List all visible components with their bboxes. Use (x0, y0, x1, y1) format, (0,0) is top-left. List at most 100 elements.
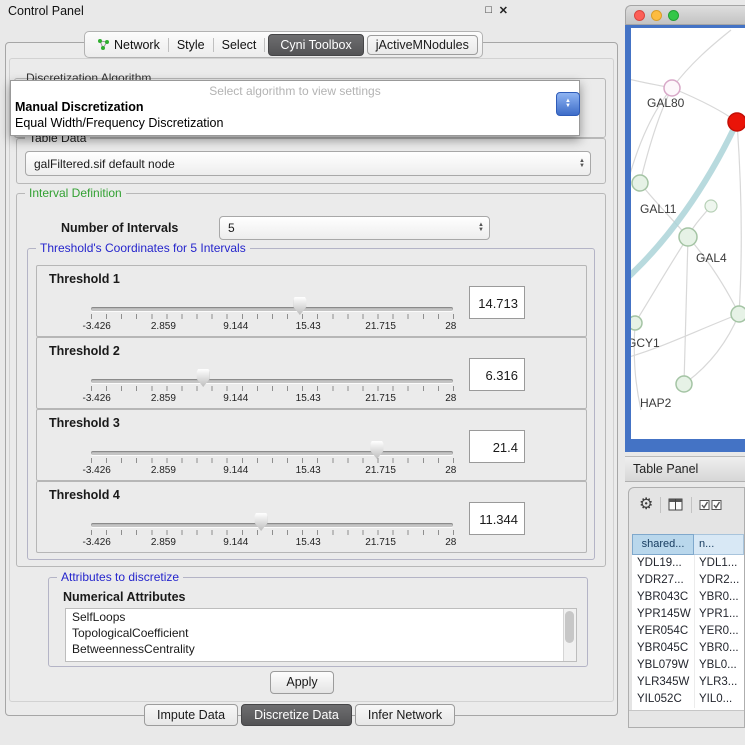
close-icon[interactable]: ✕ (499, 4, 508, 17)
close-traffic-light[interactable] (634, 10, 645, 21)
tab-infer-network[interactable]: Infer Network (355, 704, 455, 726)
node-gal4[interactable] (679, 228, 697, 246)
threshold-1-value-field[interactable]: 14.713 (469, 286, 525, 319)
table-horizontal-scroll-area[interactable] (629, 710, 744, 727)
scale-label: 15.43 (296, 393, 321, 404)
table-row[interactable]: YBR045CYBR0... (632, 640, 744, 657)
slider-scale: -3.426 2.859 9.144 15.43 21.715 28 (91, 321, 453, 333)
node-selected-red[interactable] (728, 113, 745, 131)
screen: Control Panel □ ✕ Network Style Select C… (0, 0, 745, 745)
node-gal80[interactable] (664, 80, 680, 96)
network-graph: GAL80 GAL11 GAL4 GCY1 HAP2 (631, 28, 745, 439)
node-circle[interactable] (731, 306, 745, 322)
table-row[interactable]: YLR345WYLR3... (632, 674, 744, 691)
cell: YLR345W (632, 674, 694, 691)
table-row[interactable]: YBR043CYBR0... (632, 589, 744, 606)
threshold-4-label: Threshold 4 (49, 488, 120, 502)
select-columns-icons[interactable] (699, 499, 723, 511)
columns-icon[interactable] (668, 498, 684, 512)
node-gcy1[interactable] (631, 316, 642, 330)
dropdown-option-manual-discretization[interactable]: Manual Discretization (15, 100, 144, 114)
table-row[interactable]: YDR27...YDR2... (632, 572, 744, 589)
column-header-shared-name[interactable]: shared... (632, 534, 694, 555)
slider-thumb[interactable] (370, 441, 383, 459)
list-item[interactable]: SelfLoops (66, 609, 576, 625)
cell: YPR1... (694, 606, 744, 623)
cell: YIL052C (632, 691, 694, 708)
threshold-3-panel: Threshold 3 -3.426 2.859 9.144 15.43 21.… (36, 409, 587, 481)
list-item[interactable]: BetweennessCentrality (66, 641, 576, 657)
slider-track[interactable] (91, 451, 453, 455)
threshold-2-panel: Threshold 2 -3.426 2.859 9.144 15.43 21.… (36, 337, 587, 409)
table-row[interactable]: YPR145WYPR1... (632, 606, 744, 623)
threshold-4-value-field[interactable]: 11.344 (469, 502, 525, 535)
node-gal11[interactable] (632, 175, 648, 191)
threshold-3-slider[interactable]: -3.426 2.859 9.144 15.43 21.715 28 (91, 440, 453, 480)
list-scrollbar[interactable] (563, 609, 576, 661)
tab-style[interactable]: Style (169, 38, 213, 52)
threshold-2-slider[interactable]: -3.426 2.859 9.144 15.43 21.715 28 (91, 368, 453, 408)
scale-label: 15.43 (296, 465, 321, 476)
float-window-icon[interactable]: □ (485, 4, 492, 16)
slider-thumb[interactable] (197, 369, 210, 387)
number-of-intervals-combobox[interactable]: 5 ▲▼ (219, 216, 490, 240)
dropdown-option-equal-width-frequency[interactable]: Equal Width/Frequency Discretization (15, 116, 223, 130)
cell: YIL0... (694, 691, 744, 708)
number-of-intervals-value: 5 (228, 221, 235, 235)
column-header-name[interactable]: n... (694, 534, 744, 555)
scrollbar-thumb[interactable] (565, 611, 574, 643)
threshold-3-value-field[interactable]: 21.4 (469, 430, 525, 463)
numerical-attributes-list[interactable]: SelfLoops TopologicalCoefficient Between… (65, 608, 577, 662)
slider-track[interactable] (91, 379, 453, 383)
slider-track[interactable] (91, 523, 453, 527)
node-hap2[interactable] (676, 376, 692, 392)
table-data-combobox[interactable]: galFiltered.sif default node ▲▼ (25, 151, 591, 176)
table-row[interactable]: YER054CYER0... (632, 623, 744, 640)
table-panel-header: Table Panel (625, 456, 745, 482)
tab-discretize-data[interactable]: Discretize Data (241, 704, 352, 726)
table-body: YDL19...YDL1... YDR27...YDR2... YBR043CY… (632, 555, 744, 710)
thresholds-group-title: Threshold's Coordinates for 5 Intervals (36, 241, 250, 255)
node-label: HAP2 (640, 396, 672, 410)
threshold-4-slider[interactable]: -3.426 2.859 9.144 15.43 21.715 28 (91, 512, 453, 552)
minimize-traffic-light[interactable] (651, 10, 662, 21)
node-label: GAL11 (640, 202, 677, 216)
gear-icon[interactable]: ⚙ (639, 497, 653, 513)
tab-cyni-toolbox[interactable]: Cyni Toolbox (268, 34, 363, 56)
algorithm-combobox-stepper-button[interactable]: ▲ ▼ (556, 92, 580, 116)
scale-label: 28 (445, 537, 456, 548)
scale-label: -3.426 (82, 321, 110, 332)
tab-select[interactable]: Select (214, 38, 265, 52)
slider-scale: -3.426 2.859 9.144 15.43 21.715 28 (91, 393, 453, 405)
tab-impute-data[interactable]: Impute Data (144, 704, 238, 726)
network-window-titlebar[interactable] (625, 5, 745, 25)
table-row[interactable]: YBL079WYBL0... (632, 657, 744, 674)
scale-label: 9.144 (223, 393, 248, 404)
scale-label: 21.715 (365, 321, 396, 332)
tab-divider (264, 38, 265, 52)
stepper-icon: ▲▼ (478, 223, 484, 233)
zoom-traffic-light[interactable] (668, 10, 679, 21)
apply-button[interactable]: Apply (270, 671, 334, 694)
number-of-intervals-label: Number of Intervals (61, 221, 178, 235)
table-row[interactable]: YIL052CYIL0... (632, 691, 744, 708)
slider-thumb[interactable] (255, 513, 268, 531)
network-canvas[interactable]: GAL80 GAL11 GAL4 GCY1 HAP2 (631, 28, 745, 439)
threshold-1-slider[interactable]: -3.426 2.859 9.144 15.43 21.715 28 (91, 296, 453, 336)
slider-track[interactable] (91, 307, 453, 311)
cell: YBR0... (694, 589, 744, 606)
slider-thumb[interactable] (293, 297, 306, 315)
list-item[interactable]: TopologicalCoefficient (66, 625, 576, 641)
threshold-2-value-field[interactable]: 6.316 (469, 358, 525, 391)
tab-jactivemnodules[interactable]: jActiveMNodules (367, 35, 478, 55)
control-panel-tabbar: Network Style Select Cyni Toolbox jActiv… (84, 31, 483, 58)
scale-label: 28 (445, 465, 456, 476)
scale-label: 2.859 (151, 321, 176, 332)
node-circle[interactable] (705, 200, 717, 212)
cell: YDL19... (632, 555, 694, 572)
stepper-down-icon: ▼ (565, 104, 571, 109)
table-row[interactable]: YDL19...YDL1... (632, 555, 744, 572)
network-edges (631, 30, 741, 410)
scale-label: 2.859 (151, 537, 176, 548)
tab-network[interactable]: Network (89, 38, 168, 52)
